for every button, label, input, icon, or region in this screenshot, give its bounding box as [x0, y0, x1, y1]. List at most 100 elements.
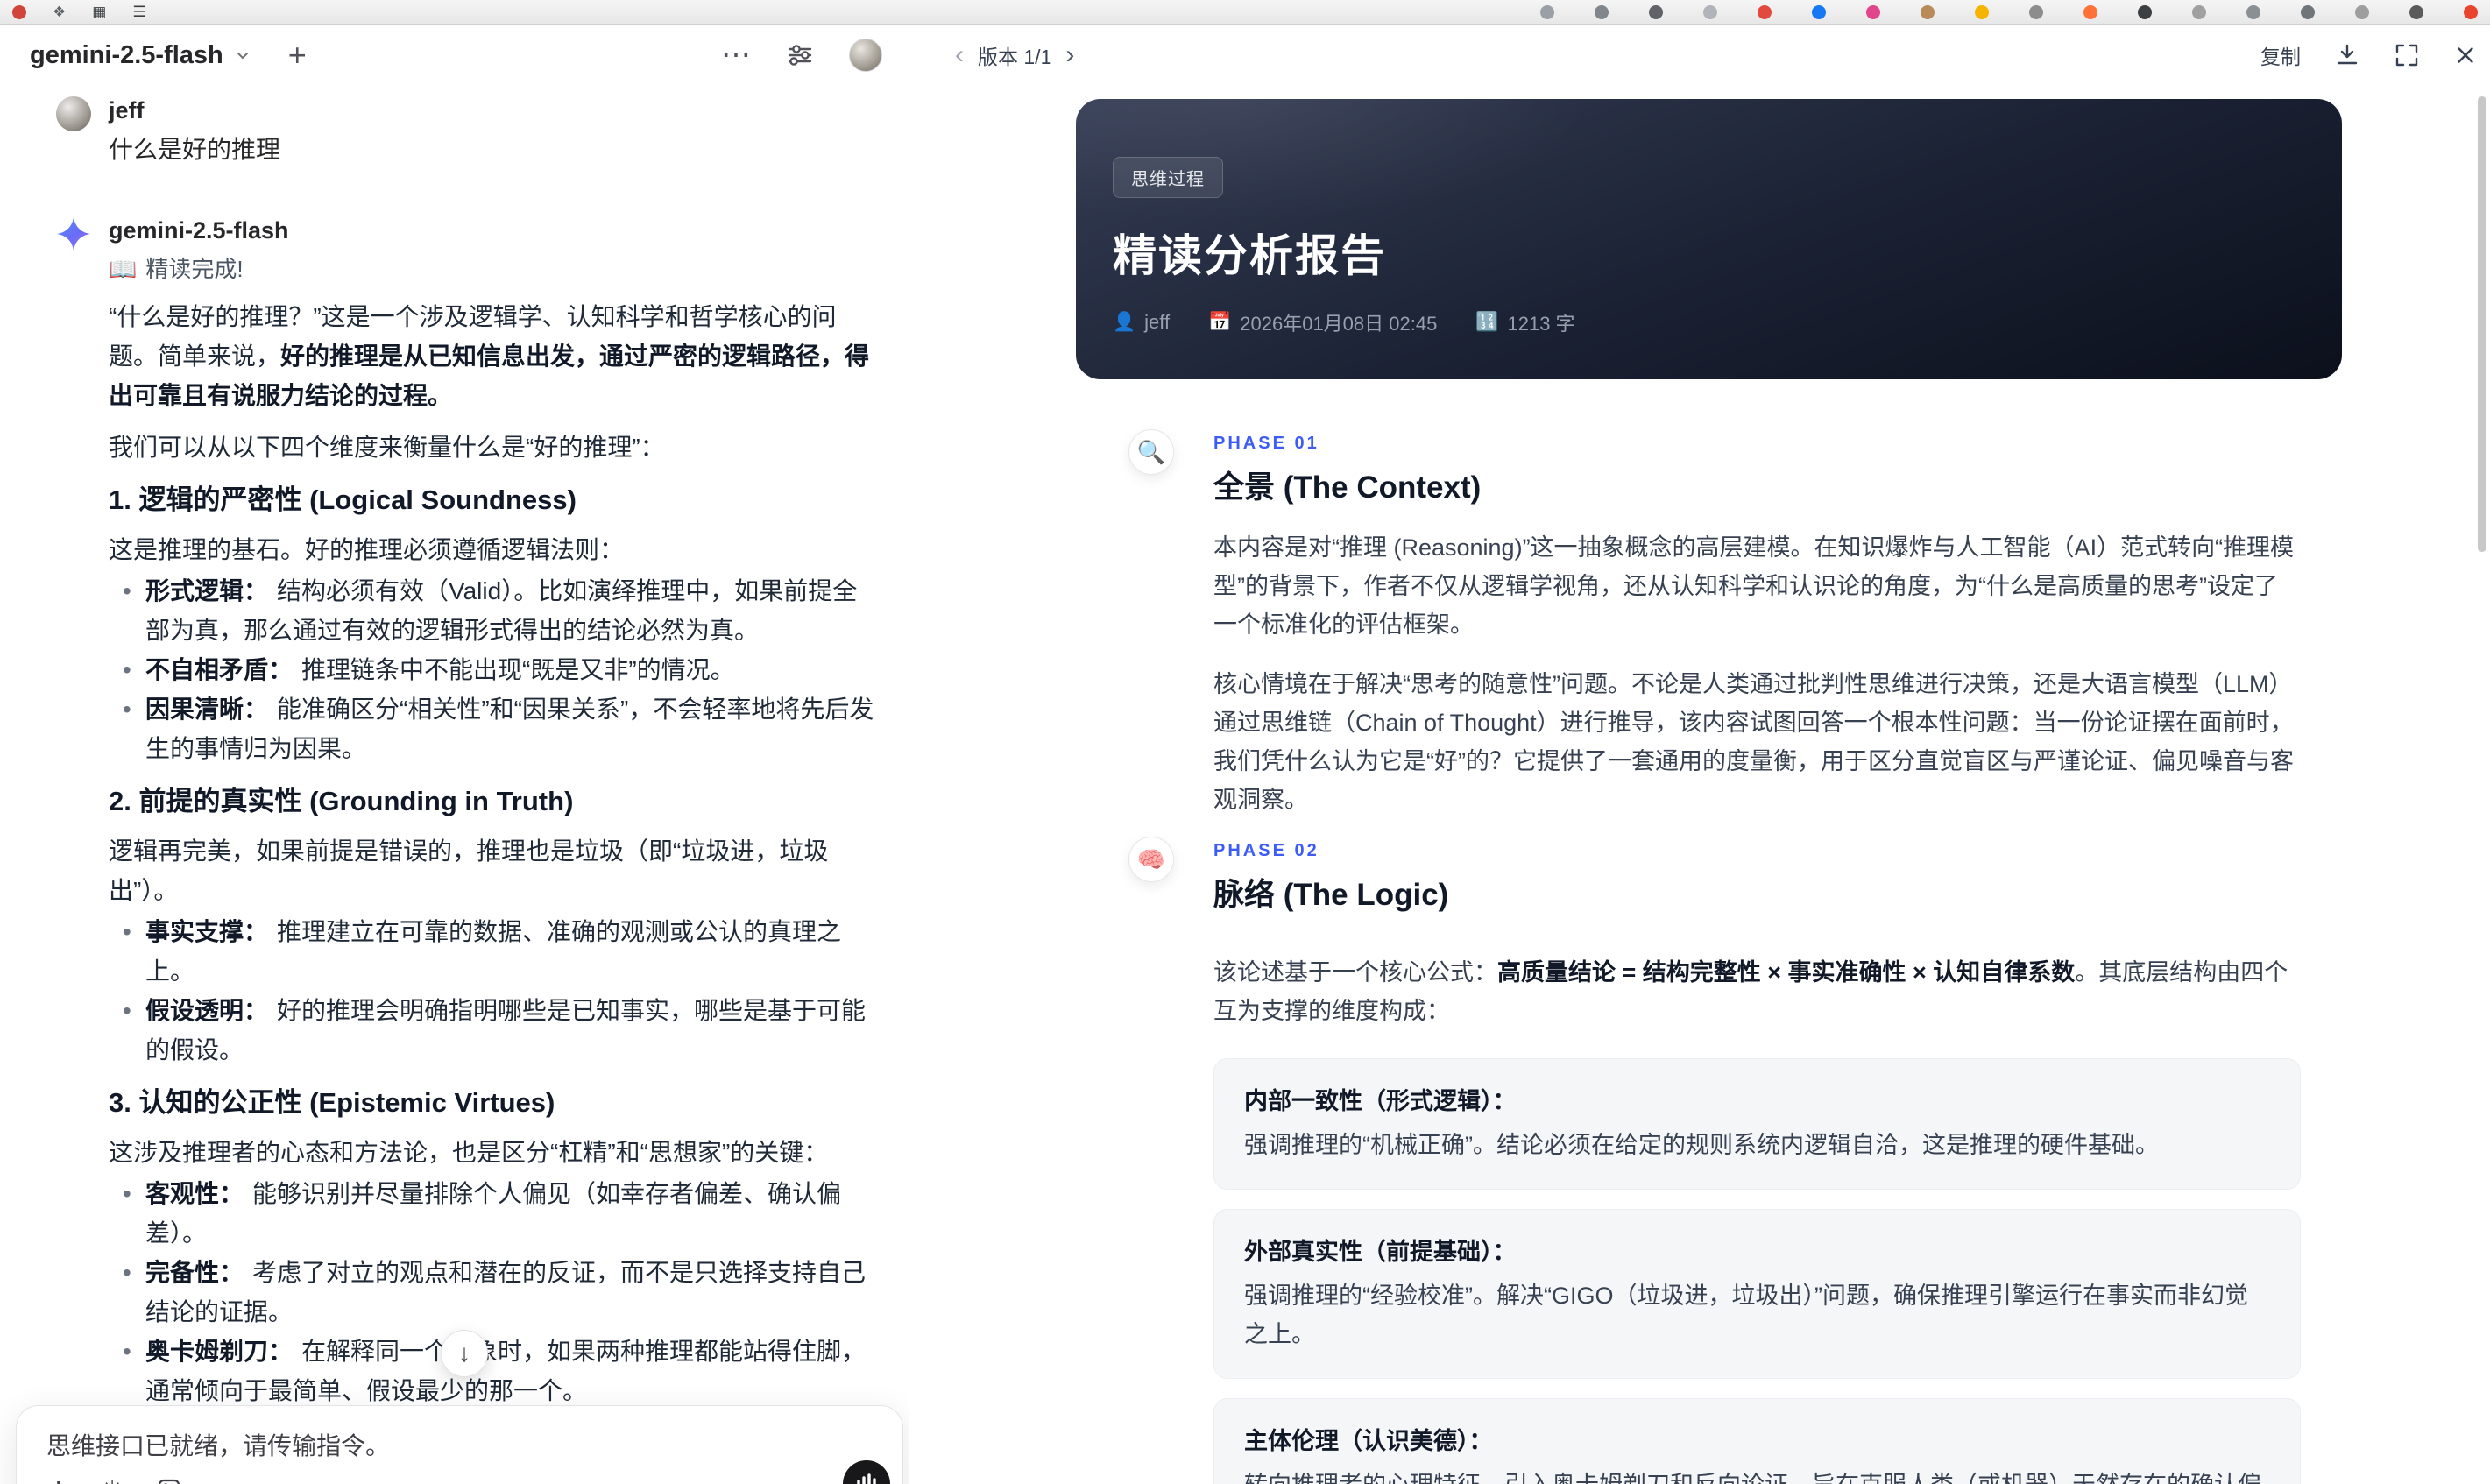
report-meta: 👤 jeff 📅 2026年01月08日 02:45 🔢 1213 字	[1113, 308, 2302, 336]
dimension-card-1: 内部一致性（形式逻辑）： 强调推理的“机械正确”。结论必须在给定的规则系统内逻辑…	[1213, 1058, 2301, 1190]
menubar-status-icon-14[interactable]	[2246, 4, 2260, 19]
reading-status-text: 精读完成!	[145, 256, 244, 282]
menubar-status-icon-8[interactable]	[1921, 4, 1935, 19]
menubar-status-icon-11[interactable]	[2083, 4, 2097, 19]
report-hero-card: 思维过程 精读分析报告 👤 jeff 📅 2026年01月08日 02:45 🔢…	[1076, 99, 2342, 379]
bullet-item: 形式逻辑：结构必须有效（Valid）。比如演绎推理中，如果前提全部为真，那么通过…	[109, 571, 879, 650]
section-heading-1: 1. 逻辑的严密性 (Logical Soundness)	[109, 484, 577, 515]
user-message-text: 什么是好的推理	[109, 136, 281, 163]
more-options-button[interactable]: ⋯	[721, 40, 751, 70]
waveform-icon	[857, 1473, 876, 1484]
menubar-status-icon-13[interactable]	[2192, 4, 2206, 19]
chevron-down-icon	[237, 53, 248, 59]
bullet-item: 事实支撑：推理建立在可靠的数据、准确的观测或公认的真理之上。	[109, 912, 879, 991]
artifact-toolbar-actions: 复制	[2260, 40, 2478, 70]
menubar-status-icon-10[interactable]	[2029, 4, 2043, 19]
fullscreen-button[interactable]	[2394, 42, 2420, 68]
phase-2-label: PHASE 02	[1213, 841, 1319, 860]
chat-header-actions: ⋯	[721, 39, 882, 72]
bullet-item: 客观性：能够识别并尽量排除个人偏见（如幸存者偏差、确认偏差）。	[109, 1174, 879, 1253]
next-version-button[interactable]: ›	[1065, 42, 1074, 68]
menubar-status-icon-5[interactable]	[1758, 4, 1772, 19]
section-bullets-3: 客观性：能够识别并尽量排除个人偏见（如幸存者偏差、确认偏差）。 完备性：考虑了对…	[109, 1174, 879, 1410]
fullscreen-icon	[2395, 44, 2418, 67]
menubar-status-icon-4[interactable]	[1703, 4, 1717, 19]
attach-plus-button[interactable]: +	[48, 1473, 68, 1484]
section-heading-3: 3. 认知的公正性 (Epistemic Virtues)	[109, 1087, 555, 1118]
dimension-cards: 内部一致性（形式逻辑）： 强调推理的“机械正确”。结论必须在给定的规则系统内逻辑…	[1213, 1058, 2301, 1484]
composer-actions: + ✳	[46, 1473, 873, 1484]
composer-input[interactable]: 思维接口已就绪，请传输指令。	[46, 1429, 873, 1464]
menubar-red-icon[interactable]	[12, 4, 26, 19]
model-name: gemini-2.5-flash	[30, 40, 223, 69]
menubar-list-icon[interactable]: ☰	[132, 4, 145, 19]
phase-2-intro: 该论述基于一个核心公式：高质量结论 = 结构完整性 × 事实准确性 × 认知自律…	[1213, 959, 2288, 1024]
menubar-status-icon-18[interactable]	[2464, 4, 2478, 19]
menubar-left-icons: ❖ ▦ ☰	[12, 4, 146, 19]
assistant-name: gemini-2.5-flash	[109, 217, 289, 244]
menubar-status-icon-17[interactable]	[2409, 4, 2423, 19]
phase-1-paragraph-1: 本内容是对“推理 (Reasoning)”这一抽象概念的高层建模。在知识爆炸与人…	[1213, 534, 2295, 638]
bullet-item: 奥卡姆剃刀：在解释同一个现象时，如果两种推理都能站得住脚，通常倾向于最简单、假设…	[109, 1332, 879, 1410]
menubar-status-icon-15[interactable]	[2301, 4, 2315, 19]
copy-button[interactable]: 复制	[2260, 40, 2301, 70]
chat-panel: gemini-2.5-flash + ⋯ jeff 什么是好的推理 gemini…	[0, 25, 909, 1484]
menubar-status-icon-6[interactable]	[1812, 4, 1826, 19]
composer[interactable]: 思维接口已就绪，请传输指令。 + ✳	[16, 1405, 903, 1484]
phase-1-paragraph-2: 核心情境在于解决“思考的随意性”问题。不论是人类通过批判性思维进行决策，还是大语…	[1213, 671, 2294, 813]
new-chat-button[interactable]: +	[288, 39, 307, 71]
menubar-status-icon-2[interactable]	[1595, 4, 1609, 19]
report-author: 👤 jeff	[1113, 311, 1171, 333]
artifact-toolbar: ‹ 版本 1/1 › 复制	[909, 25, 2490, 86]
section-desc-2: 逻辑再完美，如果前提是错误的，推理也是垃圾（即“垃圾进，垃圾出”）。	[109, 837, 829, 904]
artifact-content[interactable]: 思维过程 精读分析报告 👤 jeff 📅 2026年01月08日 02:45 🔢…	[909, 86, 2490, 1484]
chat-header: gemini-2.5-flash + ⋯	[0, 25, 909, 86]
reading-status: 📖 精读完成!	[109, 253, 879, 285]
bullet-item: 不自相矛盾：推理链条中不能出现“既是又非”的情况。	[109, 650, 879, 689]
menubar-status-icon-1[interactable]	[1540, 4, 1554, 19]
voice-input-button[interactable]	[843, 1460, 890, 1484]
dimension-card-3: 主体伦理（认识美德）： 转向推理者的心理特征。引入奥卡姆剃刀和反向论证，旨在克服…	[1213, 1398, 2301, 1484]
version-label: 版本 1/1	[978, 46, 1052, 68]
phase-1-label: PHASE 01	[1213, 434, 1319, 453]
menubar-status-icon-3[interactable]	[1649, 4, 1663, 19]
scrollbar[interactable]	[2478, 96, 2486, 552]
dimensions-line: 我们可以从以下四个维度来衡量什么是“好的推理”：	[109, 434, 665, 461]
menubar-status-icon-16[interactable]	[2355, 4, 2369, 19]
tools-icon[interactable]: ✳	[102, 1478, 122, 1484]
intro-paragraph: “什么是好的推理？”这是一个涉及逻辑学、认知科学和哲学核心的问题。简单来说，好的…	[109, 303, 870, 409]
download-button[interactable]	[2334, 42, 2360, 68]
section-bullets-2: 事实支撑：推理建立在可靠的数据、准确的观测或公认的真理之上。 假设透明：好的推理…	[109, 912, 879, 1070]
phase-1-section: 🔍 PHASE 01 全景 (The Context) 本内容是对“推理 (Re…	[1076, 429, 2342, 819]
menubar-status-icon-12[interactable]	[2138, 4, 2152, 19]
menubar-grid-icon[interactable]: ▦	[92, 4, 106, 19]
model-selector[interactable]: gemini-2.5-flash	[30, 41, 251, 70]
prev-version-button[interactable]: ‹	[955, 42, 964, 68]
menubar-window-icon[interactable]: ❖	[53, 4, 66, 19]
phase-2-section: 🧠 PHASE 02 脉络 (The Logic) 该论述基于一个核心公式：高质…	[1076, 837, 2342, 1484]
calendar-icon: 📅	[1208, 312, 1232, 332]
menubar-status-icon-9[interactable]	[1975, 4, 1989, 19]
report-badge: 思维过程	[1113, 157, 1223, 198]
assistant-markdown: “什么是好的推理？”这是一个涉及逻辑学、认知科学和哲学核心的问题。简单来说，好的…	[109, 297, 879, 1484]
menubar-right-icons	[1540, 4, 2478, 19]
phase-1-title: 全景 (The Context)	[1213, 470, 1482, 505]
account-avatar[interactable]	[849, 39, 882, 72]
report-title: 精读分析报告	[1113, 231, 1386, 280]
chat-message-list[interactable]: jeff 什么是好的推理 gemini-2.5-flash 📖 精读完成! “什…	[0, 88, 909, 1484]
version-navigator: ‹ 版本 1/1 ›	[955, 40, 1074, 70]
menubar-status-icon-7[interactable]	[1866, 4, 1880, 19]
close-icon	[2458, 47, 2473, 63]
brain-icon: 🧠	[1128, 837, 1174, 882]
image-icon[interactable]	[156, 1477, 182, 1484]
user-avatar	[56, 96, 91, 131]
settings-sliders-button[interactable]	[786, 41, 814, 69]
close-button[interactable]	[2453, 43, 2478, 67]
bullet-item: 因果清晰：能准确区分“相关性”和“因果关系”，不会轻率地将先后发生的事情归为因果…	[109, 689, 879, 768]
sliders-icon	[788, 45, 812, 66]
scroll-to-bottom-button[interactable]: ↓	[441, 1330, 488, 1377]
phase-2-title: 脉络 (The Logic)	[1213, 878, 1449, 912]
bullet-item: 完备性：考虑了对立的观点和潜在的反证，而不是只选择支持自己结论的证据。	[109, 1253, 879, 1332]
report-word-count: 🔢 1213 字	[1475, 312, 1575, 335]
arrow-down-icon: ↓	[458, 1339, 470, 1367]
